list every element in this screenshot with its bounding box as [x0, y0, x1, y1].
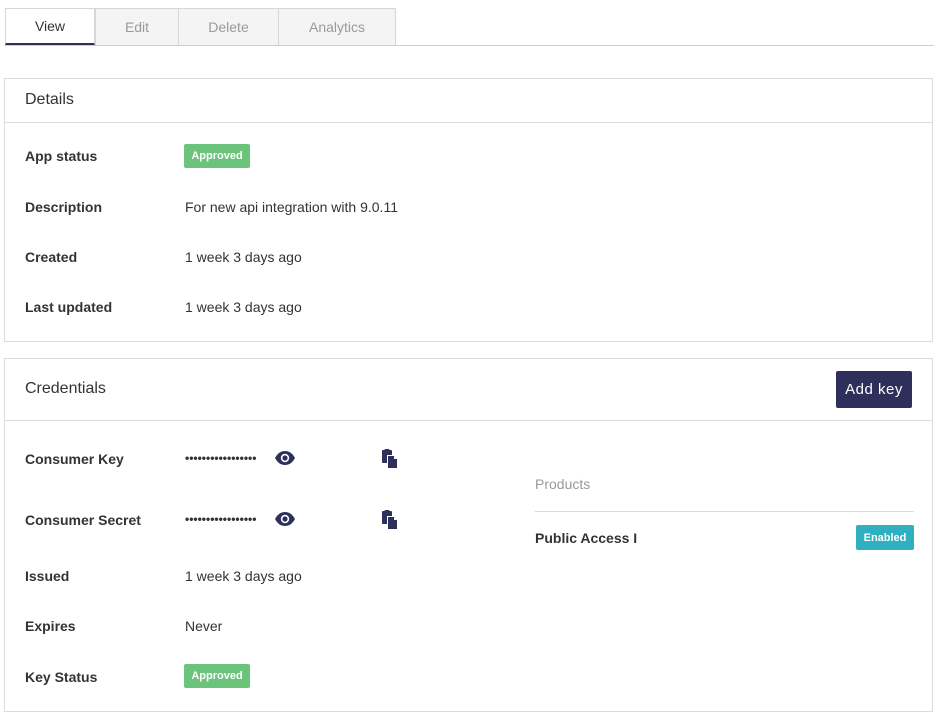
tab-view[interactable]: View [5, 8, 95, 45]
products-heading: Products [535, 476, 591, 492]
credentials-panel: Credentials Add key Consumer Key •••••••… [4, 358, 933, 712]
consumer-secret-masked: ••••••••••••••••• [185, 512, 257, 526]
created-label: Created [25, 249, 78, 265]
consumer-key-label: Consumer Key [25, 451, 124, 467]
eye-icon[interactable] [274, 450, 296, 471]
created-value: 1 week 3 days ago [185, 249, 302, 265]
tab-analytics[interactable]: Analytics [278, 8, 396, 45]
description-label: Description [25, 199, 103, 215]
credentials-title: Credentials [25, 380, 106, 397]
expires-label: Expires [25, 618, 76, 634]
product-status-badge: Enabled [856, 525, 914, 550]
details-panel: Details App status Approved Description … [4, 78, 933, 342]
app-status-badge: Approved [184, 144, 250, 168]
app-status-label: App status [25, 148, 98, 164]
eye-icon[interactable] [274, 511, 296, 532]
credentials-header: Credentials Add key [5, 359, 932, 421]
issued-value: 1 week 3 days ago [185, 568, 302, 584]
details-title: Details [25, 91, 74, 108]
consumer-secret-label: Consumer Secret [25, 512, 141, 528]
key-status-label: Key Status [25, 669, 98, 685]
tab-bar: View Edit Delete Analytics [5, 8, 934, 46]
copy-icon[interactable] [381, 510, 399, 535]
tab-edit[interactable]: Edit [95, 8, 179, 45]
expires-value: Never [185, 618, 223, 634]
product-name: Public Access I [535, 530, 638, 546]
key-status-badge: Approved [184, 664, 250, 688]
consumer-key-masked: ••••••••••••••••• [185, 451, 257, 465]
description-value: For new api integration with 9.0.11 [185, 199, 398, 215]
last-updated-value: 1 week 3 days ago [185, 299, 302, 315]
products-divider [535, 511, 914, 512]
copy-icon[interactable] [381, 449, 399, 474]
last-updated-label: Last updated [25, 299, 113, 315]
tab-delete[interactable]: Delete [178, 8, 279, 45]
details-header: Details [5, 79, 932, 123]
issued-label: Issued [25, 568, 70, 584]
add-key-button[interactable]: Add key [836, 371, 912, 408]
